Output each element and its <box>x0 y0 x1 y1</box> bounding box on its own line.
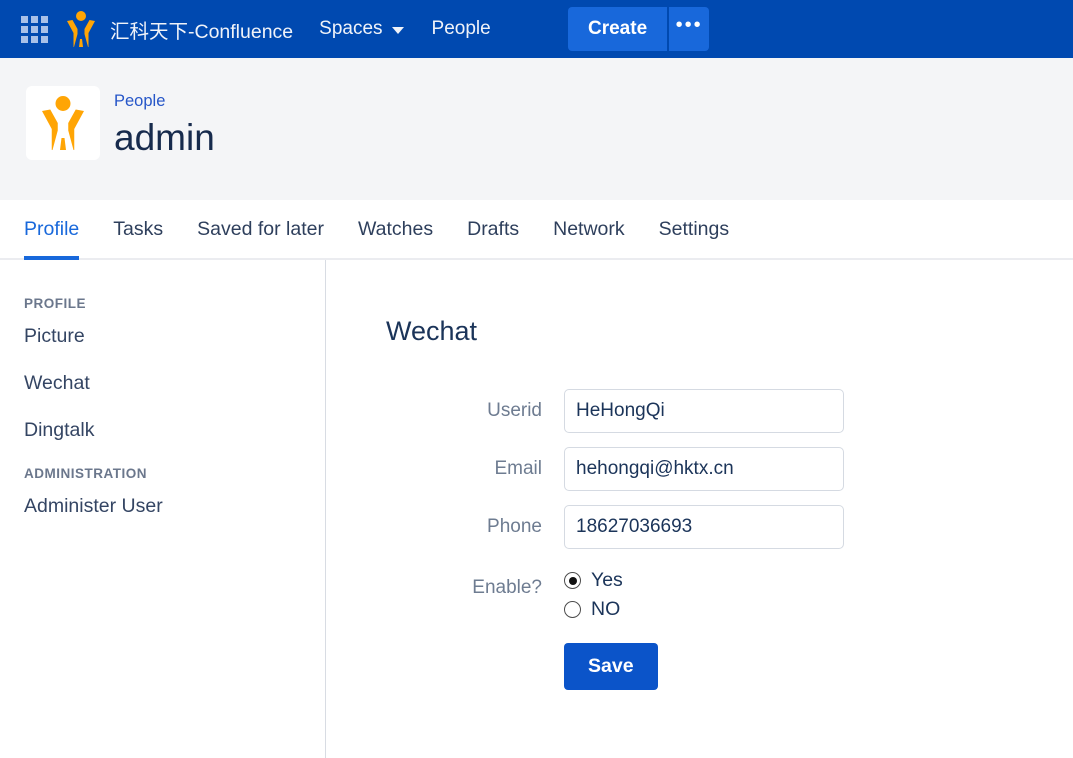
user-avatar-person-logo-icon <box>42 96 84 150</box>
form-title: Wechat <box>386 316 478 346</box>
sidebar-section-profile-heading: PROFILE <box>24 296 87 311</box>
email-row: Email <box>386 447 1073 491</box>
userid-input[interactable] <box>564 389 844 433</box>
site-name-link[interactable]: 汇科天下-Confluence <box>110 15 293 44</box>
tab-network[interactable]: Network <box>553 200 625 258</box>
radio-yes-icon[interactable] <box>564 572 581 589</box>
userid-row: Userid <box>386 389 1073 433</box>
tab-tasks[interactable]: Tasks <box>113 200 163 258</box>
grid-apps-icon[interactable] <box>18 13 50 45</box>
tab-settings[interactable]: Settings <box>659 200 729 258</box>
avatar[interactable] <box>26 86 100 160</box>
sidebar-item-administer-user[interactable]: Administer User <box>24 495 325 518</box>
confluence-person-logo-icon[interactable] <box>64 9 98 49</box>
profile-tabs: Profile Tasks Saved for later Watches Dr… <box>0 200 1073 260</box>
sidebar-item-dingtalk[interactable]: Dingtalk <box>24 419 325 442</box>
main-content: Wechat Userid Email Phone Enable? Yes NO <box>326 260 1073 758</box>
enable-radio-group: Yes NO <box>564 565 623 621</box>
radio-option-no[interactable]: NO <box>564 598 623 621</box>
tab-saved-for-later[interactable]: Saved for later <box>197 200 324 258</box>
email-label: Email <box>494 458 542 479</box>
sidebar: PROFILE Picture Wechat Dingtalk ADMINIST… <box>0 260 326 758</box>
sidebar-item-picture[interactable]: Picture <box>24 325 325 348</box>
spaces-menu[interactable]: Spaces <box>319 18 404 40</box>
more-options-icon[interactable]: ••• <box>669 7 710 51</box>
page-header-text: People admin <box>114 86 215 158</box>
sidebar-section-administration-heading: ADMINISTRATION <box>24 466 147 481</box>
top-navigation-bar: 汇科天下-Confluence Spaces People Create ••• <box>0 0 1073 58</box>
breadcrumb[interactable]: People <box>114 92 165 111</box>
page-title: admin <box>114 117 215 158</box>
enable-label: Enable? <box>472 577 542 598</box>
save-spacer <box>386 643 564 690</box>
chevron-down-icon <box>391 27 404 34</box>
create-button[interactable]: Create <box>568 7 668 51</box>
radio-no-label: NO <box>591 598 621 620</box>
userid-label: Userid <box>487 400 542 421</box>
save-button[interactable]: Save <box>564 643 658 690</box>
radio-no-icon[interactable] <box>564 601 581 618</box>
save-row: Save <box>386 643 1073 690</box>
phone-input[interactable] <box>564 505 844 549</box>
spaces-menu-label: Spaces <box>319 18 383 39</box>
tab-drafts[interactable]: Drafts <box>467 200 519 258</box>
page-body: PROFILE Picture Wechat Dingtalk ADMINIST… <box>0 260 1073 758</box>
radio-yes-label: Yes <box>591 569 623 591</box>
create-button-group: Create ••• <box>568 7 710 51</box>
radio-option-yes[interactable]: Yes <box>564 569 623 592</box>
phone-row: Phone <box>386 505 1073 549</box>
people-nav-link[interactable]: People <box>432 18 491 40</box>
page-header: People admin <box>0 58 1073 200</box>
enable-row: Enable? Yes NO <box>386 565 1073 621</box>
sidebar-item-wechat[interactable]: Wechat <box>24 372 325 395</box>
email-input[interactable] <box>564 447 844 491</box>
phone-label: Phone <box>487 516 542 537</box>
tab-profile[interactable]: Profile <box>24 200 80 260</box>
tab-watches[interactable]: Watches <box>358 200 433 258</box>
